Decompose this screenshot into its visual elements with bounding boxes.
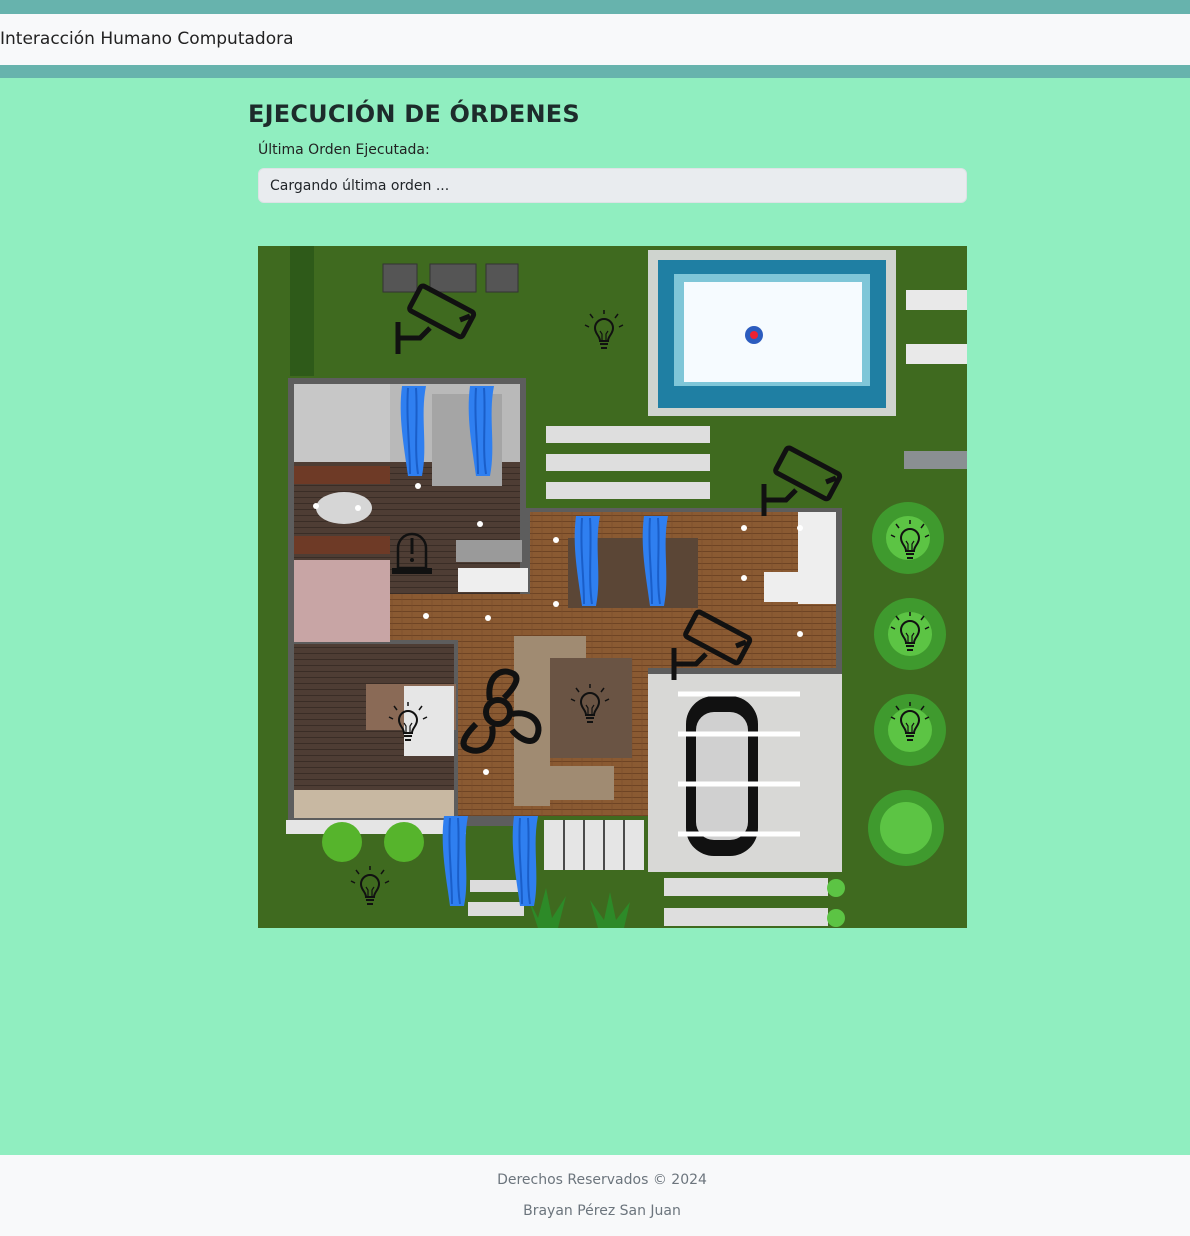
footer-copyright: Derechos Reservados © 2024: [497, 1172, 707, 1188]
navbar-bottom-band: [0, 65, 1190, 78]
last-order-field[interactable]: [258, 168, 967, 203]
navbar-brand[interactable]: Interacción Humano Computadora: [0, 29, 294, 49]
last-order-label: Última Orden Ejecutada:: [258, 142, 430, 158]
footer-author: Brayan Pérez San Juan: [523, 1203, 681, 1219]
page-title: EJECUCIÓN DE ÓRDENES: [248, 100, 580, 128]
footer: Derechos Reservados © 2024 Brayan Pérez …: [0, 1155, 1190, 1236]
navbar: Interacción Humano Computadora: [0, 14, 1190, 65]
top-color-band: [0, 0, 1190, 14]
house-floorplan: [258, 246, 967, 928]
